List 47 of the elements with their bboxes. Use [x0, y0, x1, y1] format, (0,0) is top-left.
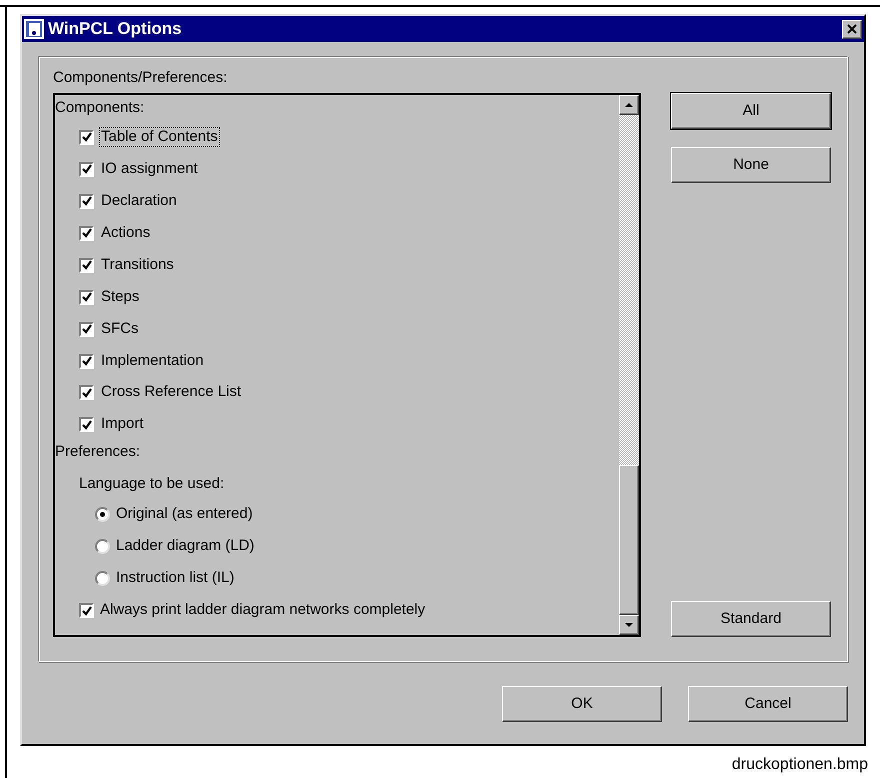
- checkbox[interactable]: [79, 226, 94, 241]
- checkbox-label[interactable]: Steps: [100, 288, 140, 306]
- checkbox-label[interactable]: Cross Reference List: [100, 383, 242, 402]
- side-button[interactable]: None: [671, 147, 831, 183]
- scroll-down-button[interactable]: [619, 615, 639, 635]
- section-heading: Components:: [55, 99, 146, 118]
- checkbox-label[interactable]: Always print ladder diagram networks completely: [100, 601, 426, 619]
- window-title: WinPCL Options: [48, 18, 183, 40]
- section-heading: Preferences:: [55, 443, 142, 462]
- checkbox-label[interactable]: Transitions: [100, 256, 175, 274]
- checkbox-label[interactable]: Import: [100, 415, 145, 434]
- checkbox[interactable]: [79, 162, 94, 177]
- standard-button[interactable]: Standard: [671, 601, 831, 637]
- group-label: Components/Preferences:: [53, 68, 228, 88]
- dialog-button[interactable]: OK: [502, 686, 662, 722]
- checkbox[interactable]: [79, 194, 94, 209]
- checkbox[interactable]: [79, 385, 94, 400]
- down-arrow-icon: [625, 623, 633, 627]
- dialog-button[interactable]: Cancel: [688, 686, 848, 722]
- scrollbar[interactable]: [619, 95, 639, 635]
- checkbox[interactable]: [79, 417, 94, 432]
- radio-label[interactable]: Original (as entered): [116, 505, 253, 524]
- checkbox-label[interactable]: IO assignment: [100, 160, 199, 178]
- radio-label[interactable]: Instruction list (IL): [116, 569, 234, 588]
- radio-button[interactable]: [95, 571, 110, 586]
- checkbox-label[interactable]: Declaration: [100, 192, 178, 210]
- checkbox[interactable]: [79, 258, 94, 273]
- checkbox[interactable]: [79, 290, 94, 305]
- radio-button[interactable]: [95, 507, 110, 522]
- checkbox[interactable]: [79, 603, 94, 618]
- scroll-thumb[interactable]: [619, 465, 639, 615]
- radio-label[interactable]: Ladder diagram (LD): [116, 537, 254, 556]
- checkbox[interactable]: [79, 130, 94, 145]
- close-button[interactable]: [842, 20, 862, 38]
- checkbox-label[interactable]: Table of Contents: [100, 128, 219, 146]
- checkbox[interactable]: [79, 322, 94, 337]
- checkbox[interactable]: [79, 354, 94, 368]
- scroll-up-button[interactable]: [619, 95, 639, 115]
- image-caption: druckoptionen.bmp: [732, 755, 868, 775]
- radio-button[interactable]: [95, 539, 110, 554]
- close-icon: [847, 24, 857, 34]
- checkbox-label[interactable]: SFCs: [100, 320, 140, 338]
- up-arrow-icon: [625, 103, 633, 107]
- checkbox-label[interactable]: Actions: [100, 224, 152, 242]
- language-label: Language to be used:: [78, 475, 226, 494]
- checkbox-label[interactable]: Implementation: [100, 352, 205, 370]
- side-button[interactable]: All: [671, 93, 831, 129]
